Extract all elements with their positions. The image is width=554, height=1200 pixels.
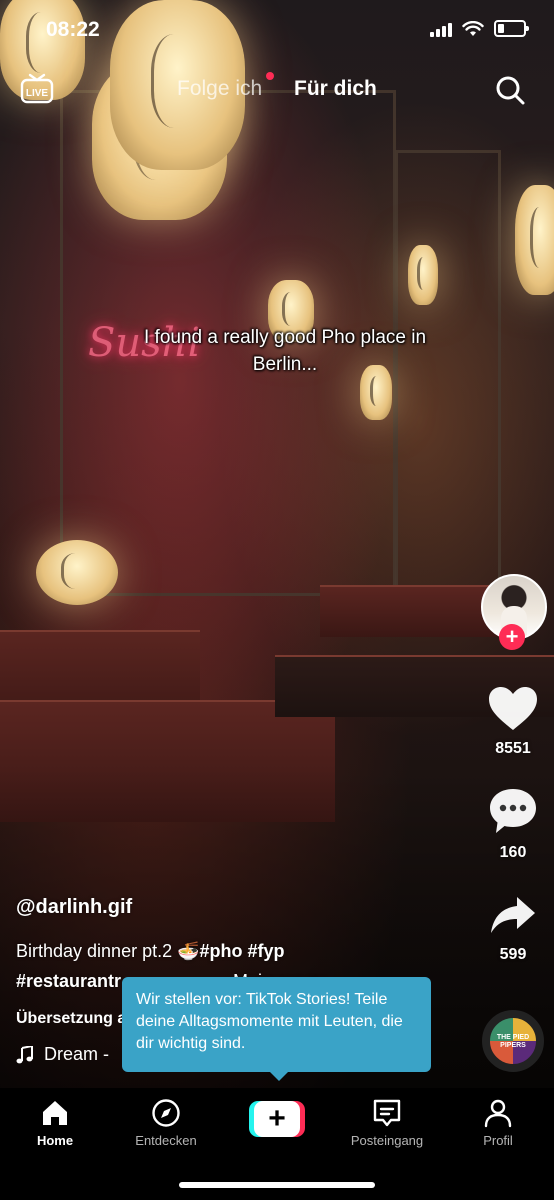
music-disc[interactable]: THE PIED PIPERS — [482, 1010, 544, 1072]
compass-icon — [152, 1099, 180, 1127]
video-caption-overlay: I found a really good Pho place in Berli… — [143, 327, 427, 375]
heart-icon — [489, 687, 537, 730]
comment-count: 160 — [499, 844, 527, 861]
tab-following[interactable]: Folge ich — [177, 77, 262, 101]
nav-discover-label: Entdecken — [135, 1133, 197, 1148]
inbox-icon — [373, 1099, 401, 1127]
share-button[interactable] — [488, 890, 538, 940]
live-label: LIVE — [26, 88, 49, 99]
status-time: 08:22 — [46, 18, 100, 41]
music-disc-label: THE PIED PIPERS — [496, 1034, 530, 1049]
lantern — [515, 185, 554, 295]
comment-icon — [490, 789, 536, 833]
profile-icon — [484, 1099, 512, 1128]
create-button[interactable]: + — [249, 1101, 305, 1137]
hashtags[interactable]: #pho #fyp — [200, 941, 285, 961]
lantern — [408, 245, 438, 305]
wifi-icon — [462, 20, 484, 36]
nav-discover[interactable]: Entdecken — [116, 1098, 216, 1148]
sound-link[interactable]: Dream - — [16, 1044, 109, 1065]
lantern — [36, 540, 118, 605]
share-arrow-icon — [491, 897, 535, 933]
post-description-line-1: Birthday dinner pt.2 🍜#pho #fyp — [16, 941, 285, 962]
follow-plus-button[interactable]: + — [499, 624, 525, 650]
home-indicator — [179, 1182, 375, 1188]
battery-icon — [494, 20, 529, 37]
comment-button[interactable] — [488, 786, 538, 836]
video-background[interactable]: Sushi — [0, 0, 554, 1088]
stories-tooltip[interactable]: Wir stellen vor: TikTok Stories! Teile d… — [122, 977, 431, 1081]
nav-home[interactable]: Home — [5, 1098, 105, 1148]
hashtag[interactable]: #restaurantr — [16, 971, 121, 991]
nav-inbox-label: Posteingang — [350, 1133, 424, 1148]
notification-dot — [266, 72, 274, 80]
tab-for-you[interactable]: Für dich — [294, 77, 377, 101]
nav-home-label: Home — [36, 1133, 74, 1148]
like-count: 8551 — [495, 740, 531, 757]
nav-profile-label: Profil — [483, 1133, 513, 1148]
search-icon[interactable] — [494, 74, 526, 106]
plus-icon: + — [254, 1101, 300, 1137]
nav-inbox[interactable]: Posteingang — [337, 1098, 437, 1148]
translation-link[interactable]: Übersetzung a — [16, 1010, 126, 1028]
nav-profile[interactable]: Profil — [448, 1098, 548, 1148]
post-description-text: Birthday dinner pt.2 🍜 — [16, 941, 200, 961]
like-button[interactable] — [488, 684, 538, 734]
live-icon[interactable]: LIVE — [20, 72, 54, 106]
home-icon — [43, 1101, 67, 1125]
share-count: 599 — [499, 946, 527, 963]
sound-title: Dream - — [44, 1044, 110, 1064]
cellular-signal-icon — [430, 21, 452, 37]
music-note-icon — [16, 1045, 33, 1063]
creator-username[interactable]: @darlinh.gif — [16, 896, 132, 919]
status-icons — [430, 20, 529, 37]
